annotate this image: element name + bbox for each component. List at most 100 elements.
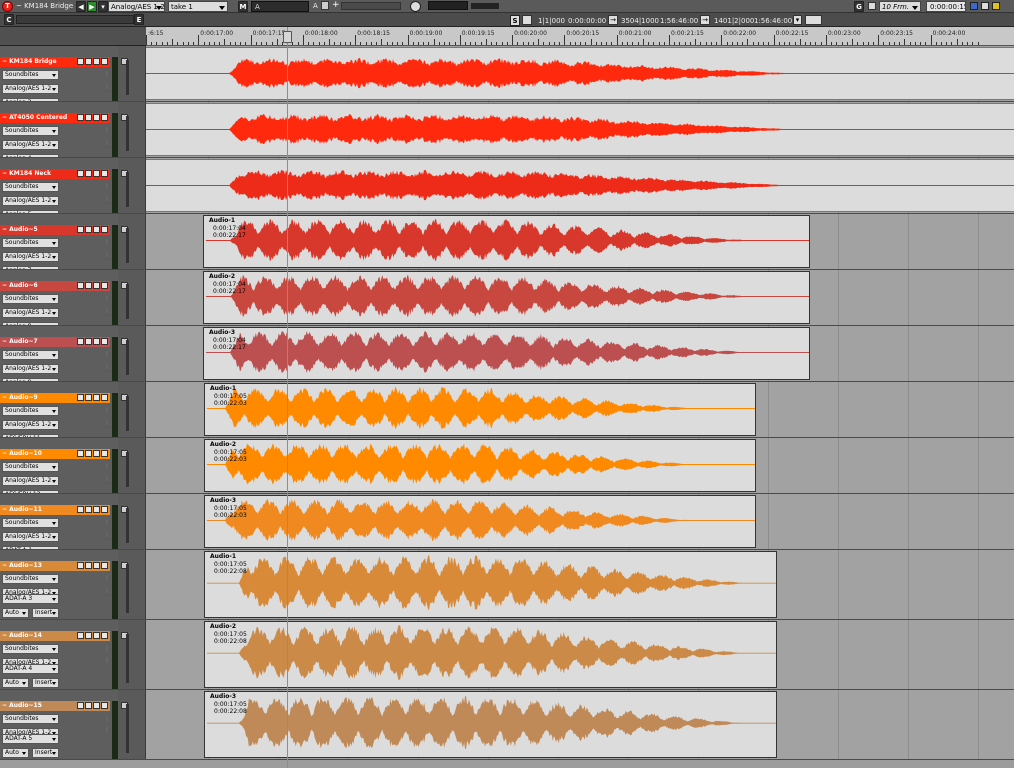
- output-select[interactable]: Analog 9: [2, 378, 59, 381]
- speaker-icon[interactable]: [77, 506, 84, 513]
- input-select[interactable]: Analog/AES 1-2: [2, 532, 59, 542]
- track-lane[interactable]: Audio-3 0:00:17:04 0:00:22:17: [146, 326, 1014, 381]
- resize-grip-icon-2[interactable]: ⋮⋮: [104, 658, 116, 670]
- input-select[interactable]: Analog/AES 1-2: [2, 308, 59, 318]
- insert-select[interactable]: Insert: [32, 748, 59, 758]
- track-name-bar[interactable]: ~ AT4050 Centered: [0, 113, 110, 123]
- playlist-select[interactable]: Soundbites: [2, 350, 59, 360]
- track-name-bar[interactable]: ~ Audio~5: [0, 225, 110, 235]
- output-select[interactable]: AES/EBU 11: [2, 434, 59, 437]
- volume-slider[interactable]: [126, 340, 129, 375]
- audio-region[interactable]: [146, 159, 1014, 212]
- c-button[interactable]: C: [4, 14, 14, 25]
- mute-icon[interactable]: [85, 282, 92, 289]
- playlist-select[interactable]: Soundbites: [2, 126, 59, 136]
- input-select[interactable]: Analog/AES 1-2: [2, 364, 59, 374]
- output-select[interactable]: Analog 3: [2, 98, 59, 101]
- speaker-icon[interactable]: [77, 394, 84, 401]
- audio-region[interactable]: Audio-3 0:00:17:05 0:00:22:08: [204, 691, 777, 758]
- mute-icon[interactable]: [85, 394, 92, 401]
- color-square-icon[interactable]: [981, 2, 989, 10]
- solo-icon[interactable]: [93, 170, 100, 177]
- track-name-bar[interactable]: ~ Audio~11: [0, 505, 110, 515]
- lock-icon[interactable]: [321, 1, 329, 10]
- track-name-bar[interactable]: ~ Audio~14: [0, 631, 110, 641]
- output-select[interactable]: ADAT-A 5: [2, 734, 59, 744]
- track-name-bar[interactable]: ~ KM184 Neck: [0, 169, 110, 179]
- track-lane[interactable]: Audio-3 0:00:17:05 0:00:22:08: [146, 690, 1014, 759]
- prev-track-button[interactable]: ◀: [76, 1, 86, 12]
- resize-grip-icon-2[interactable]: ⋮⋮: [104, 84, 116, 96]
- speaker-icon[interactable]: [77, 562, 84, 569]
- playhead-marker[interactable]: [283, 31, 292, 43]
- track-lane[interactable]: Audio-3 0:00:17:05 0:00:22:03: [146, 494, 1014, 549]
- grid-square-icon[interactable]: [868, 2, 876, 10]
- track-menu-icon[interactable]: [101, 562, 108, 569]
- speaker-icon[interactable]: [77, 338, 84, 345]
- track-options-button[interactable]: ▾: [98, 1, 108, 12]
- resize-grip-icon-2[interactable]: ⋮⋮: [104, 420, 116, 432]
- resize-grip-icon-2[interactable]: ⋮⋮: [104, 364, 116, 376]
- track-lane[interactable]: [146, 158, 1014, 213]
- volume-slider[interactable]: [126, 60, 129, 95]
- track-menu-icon[interactable]: [101, 702, 108, 709]
- speaker-icon[interactable]: [77, 702, 84, 709]
- track-name-bar[interactable]: ~ KM184 Bridge: [0, 57, 110, 67]
- track-menu-icon[interactable]: [101, 394, 108, 401]
- track-lane[interactable]: Audio-2 0:00:17:04 0:00:22:17: [146, 270, 1014, 325]
- playlist-select[interactable]: Soundbites: [2, 518, 59, 528]
- counter-options-icon[interactable]: [805, 15, 822, 25]
- s-button[interactable]: S: [510, 15, 520, 26]
- track-name-bar[interactable]: ~ Audio~10: [0, 449, 110, 459]
- record-arm-button[interactable]: T: [2, 1, 13, 12]
- knob-icon[interactable]: [410, 1, 421, 12]
- resize-grip-icon-2[interactable]: ⋮⋮: [104, 532, 116, 544]
- playlist-select[interactable]: Soundbites: [2, 294, 59, 304]
- solo-icon[interactable]: [93, 114, 100, 121]
- insert-select[interactable]: Insert: [32, 608, 59, 618]
- mute-icon[interactable]: [85, 562, 92, 569]
- volume-slider[interactable]: [126, 452, 129, 487]
- e-button[interactable]: E: [134, 14, 144, 25]
- output-select[interactable]: ADAT-A 1: [2, 546, 59, 549]
- automation-mode-select[interactable]: Auto: [2, 608, 29, 618]
- track-name-bar[interactable]: ~ Audio~6: [0, 281, 110, 291]
- resize-grip-icon-2[interactable]: ⋮⋮: [104, 308, 116, 320]
- volume-slider[interactable]: [126, 564, 129, 613]
- track-menu-icon[interactable]: [101, 282, 108, 289]
- next-track-button[interactable]: ▶: [87, 1, 97, 12]
- speaker-icon[interactable]: [77, 450, 84, 457]
- solo-icon[interactable]: [93, 506, 100, 513]
- track-lane[interactable]: Audio-1 0:00:17:05 0:00:22:08: [146, 550, 1014, 619]
- volume-slider[interactable]: [126, 634, 129, 683]
- solo-icon[interactable]: [93, 58, 100, 65]
- nudge-field[interactable]: 0:00:00:15: [926, 1, 966, 12]
- volume-slider[interactable]: [126, 704, 129, 753]
- resize-grip-icon-2[interactable]: ⋮⋮: [104, 476, 116, 488]
- input-select[interactable]: Analog/AES 1-2: [2, 196, 59, 206]
- pan-field[interactable]: [341, 2, 401, 10]
- track-menu-icon[interactable]: [101, 506, 108, 513]
- grid-select[interactable]: 10 Frm.: [879, 1, 921, 12]
- playlist-select[interactable]: Soundbites: [2, 406, 59, 416]
- mute-icon[interactable]: [85, 338, 92, 345]
- take-select[interactable]: take 1: [168, 1, 228, 12]
- playlist-select[interactable]: Soundbites: [2, 574, 59, 584]
- g-button[interactable]: G: [854, 1, 864, 12]
- playlist-select[interactable]: Soundbites: [2, 70, 59, 80]
- solo-icon[interactable]: [93, 450, 100, 457]
- track-lane[interactable]: [146, 46, 1014, 101]
- track-name-bar[interactable]: ~ Audio~9: [0, 393, 110, 403]
- playlist-select[interactable]: Soundbites: [2, 182, 59, 192]
- output-select[interactable]: Analog 8: [2, 322, 59, 325]
- mute-icon[interactable]: [85, 702, 92, 709]
- playlist-select[interactable]: Soundbites: [2, 238, 59, 248]
- output-select[interactable]: AES/EBU 12: [2, 490, 59, 493]
- playlist-select[interactable]: Soundbites: [2, 462, 59, 472]
- mute-icon[interactable]: [85, 114, 92, 121]
- track-name-bar[interactable]: ~ Audio~13: [0, 561, 110, 571]
- solo-icon[interactable]: [93, 562, 100, 569]
- counter-icon[interactable]: [522, 15, 532, 25]
- track-menu-icon[interactable]: [101, 114, 108, 121]
- speaker-icon[interactable]: [77, 58, 84, 65]
